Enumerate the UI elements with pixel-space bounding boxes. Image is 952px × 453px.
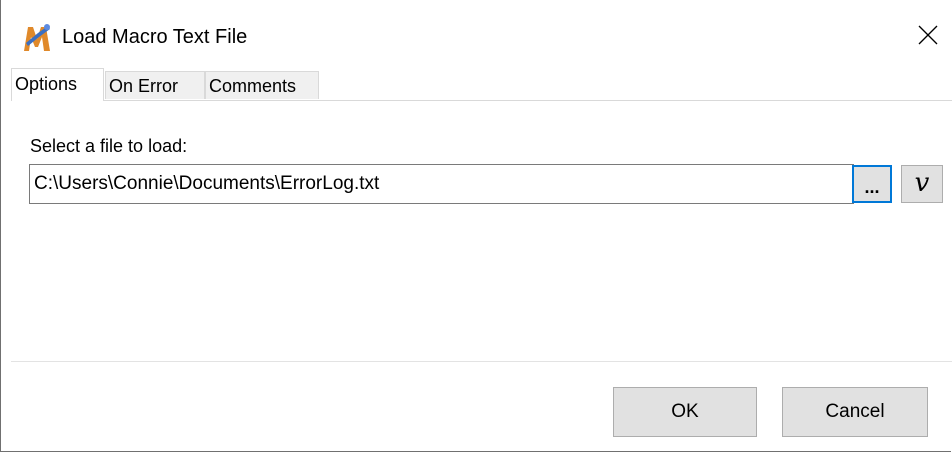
variable-button[interactable]: v xyxy=(901,165,943,203)
file-label: Select a file to load: xyxy=(30,136,188,156)
cancel-button[interactable]: Cancel xyxy=(782,387,928,437)
tab-options[interactable]: Options xyxy=(11,68,104,101)
window-title: Load Macro Text File xyxy=(62,26,248,48)
close-button[interactable] xyxy=(905,12,951,58)
file-path-input[interactable] xyxy=(29,164,854,204)
options-panel: Select a file to load: ... v xyxy=(11,100,952,362)
browse-button[interactable]: ... xyxy=(852,165,892,203)
macro-express-logo-icon xyxy=(22,23,52,53)
title-bar[interactable]: Load Macro Text File xyxy=(1,0,951,68)
close-icon xyxy=(918,25,938,45)
tab-comments[interactable]: Comments xyxy=(205,71,319,99)
ok-button[interactable]: OK xyxy=(613,387,757,437)
load-macro-text-file-dialog: Load Macro Text File Options On Error Co… xyxy=(0,0,952,452)
tab-on-error[interactable]: On Error xyxy=(105,71,205,99)
divider xyxy=(11,361,952,362)
